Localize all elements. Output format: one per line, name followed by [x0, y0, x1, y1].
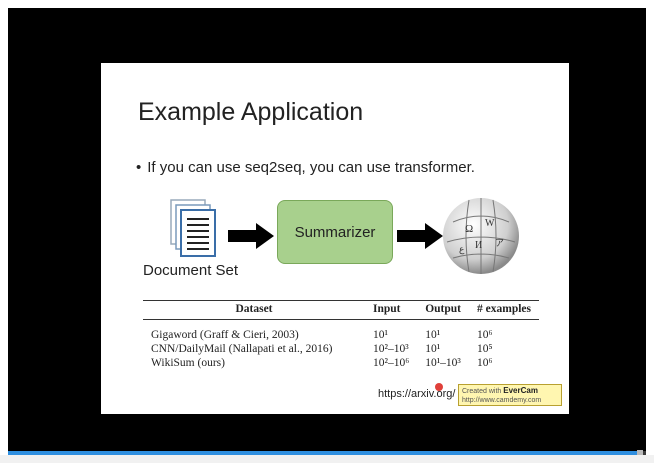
cell-examples: 10⁵ — [477, 343, 493, 355]
dataset-table: Dataset Input Output # examples Gigaword… — [143, 300, 539, 370]
document-set-label: Document Set — [143, 262, 239, 279]
header-dataset: Dataset — [143, 300, 365, 320]
cell-output: 10¹ — [425, 343, 441, 355]
arrow-right-icon — [397, 223, 443, 249]
cell-examples: 10⁶ — [477, 357, 493, 369]
wikipedia-globe-icon: Ω W И ア ع — [443, 198, 519, 274]
table-row: Gigaword (Graff & Cieri, 2003) 10¹ 10¹ 1… — [143, 320, 539, 343]
cell-input: 10¹ — [373, 329, 388, 341]
bullet-point: • If you can use seq2seq, you can use tra… — [136, 159, 475, 176]
cell-examples: 10⁶ — [477, 329, 493, 341]
watermark-brand: EverCam — [503, 386, 538, 395]
cursor-indicator — [435, 383, 443, 391]
table-header-row: Dataset Input Output # examples — [143, 300, 539, 320]
slide: Example Application • If you can use seq2… — [101, 63, 569, 414]
header-input: Input — [365, 300, 418, 320]
summarizer-box: Summarizer — [277, 200, 393, 264]
arrow-right-icon — [228, 223, 274, 249]
bullet-text: If you can use seq2seq, you can use tran… — [147, 159, 475, 176]
evercam-watermark: Created with EverCam http://www.camdemy.… — [458, 384, 562, 406]
svg-text:W: W — [485, 218, 495, 229]
cell-input: 10²–10³ — [373, 343, 409, 355]
table-row: WikiSum (ours) 10²–10⁶ 10¹–10³ 10⁶ — [143, 356, 539, 370]
cell-output: 10¹–10³ — [425, 357, 461, 369]
summarizer-label: Summarizer — [294, 223, 376, 241]
video-player[interactable]: Example Application • If you can use seq2… — [8, 8, 646, 451]
svg-text:Ω: Ω — [465, 223, 473, 235]
bottom-strip — [0, 455, 654, 463]
watermark-url: http://www.camdemy.com — [462, 397, 542, 404]
header-examples: # examples — [469, 300, 539, 320]
svg-text:И: И — [475, 240, 482, 251]
watermark-prefix: Created with — [462, 388, 502, 395]
slide-title: Example Application — [138, 98, 364, 126]
svg-text:ア: ア — [495, 238, 504, 248]
bullet-icon: • — [136, 159, 142, 176]
table-row: CNN/DailyMail (Nallapati et al., 2016) 1… — [143, 342, 539, 356]
svg-text:ع: ع — [459, 244, 465, 255]
source-url: https://arxiv.org/ — [378, 388, 456, 400]
cell-output: 10¹ — [425, 329, 441, 341]
cell-dataset: CNN/DailyMail (Nallapati et al., 2016) — [151, 343, 333, 355]
header-output: Output — [417, 300, 470, 320]
document-stack-icon — [170, 199, 216, 257]
cell-input: 10²–10⁶ — [373, 357, 410, 369]
cell-dataset: WikiSum (ours) — [151, 357, 225, 369]
cell-dataset: Gigaword (Graff & Cieri, 2003) — [151, 329, 299, 341]
